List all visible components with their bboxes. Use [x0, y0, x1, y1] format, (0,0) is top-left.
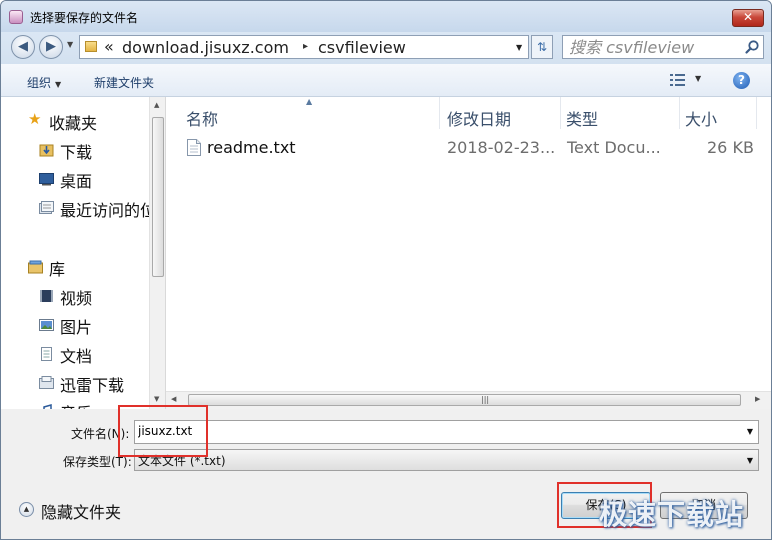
file-date: 2018-02-23... [447, 138, 556, 157]
dialog-app-icon [9, 10, 23, 24]
column-divider[interactable] [679, 97, 680, 129]
chevron-down-icon: ▼ [55, 80, 62, 89]
forward-button[interactable]: ▶ [39, 35, 63, 59]
file-list: ▲ 名称 修改日期 类型 大小 readme.txt 2018-02-23...… [166, 97, 771, 409]
nav-item-label: 下载 [60, 143, 93, 162]
back-arrow-icon: ◀ [18, 39, 28, 54]
highlight-box-filename [118, 405, 208, 457]
change-view-icon[interactable] [670, 74, 685, 86]
scroll-right-icon[interactable]: ▶ [755, 395, 760, 403]
search-input[interactable] [569, 38, 739, 57]
text-file-icon [187, 139, 201, 156]
help-icon[interactable]: ? [733, 72, 750, 89]
close-button[interactable]: ✕ [732, 9, 764, 27]
breadcrumb-segment[interactable]: download.jisuxz.com [122, 38, 289, 57]
search-box[interactable] [562, 35, 764, 59]
file-type: Text Docu... [567, 138, 661, 157]
videos-icon [40, 290, 53, 302]
refresh-icon: ⇅ [536, 40, 548, 54]
desktop-icon [39, 173, 54, 186]
downloads-folder-icon [39, 144, 54, 157]
title-bar: 选择要保存的文件名 ✕ [1, 1, 771, 32]
address-dropdown-icon[interactable]: ▼ [516, 43, 522, 52]
view-options-dropdown-icon[interactable]: ▼ [695, 74, 701, 83]
scrollbar-grip-icon: ||| [481, 395, 490, 404]
search-icon[interactable] [744, 39, 760, 55]
navigation-scrollbar[interactable]: ▲ ▼ [149, 97, 165, 409]
recent-places-icon [39, 201, 54, 214]
organize-menu[interactable]: 组织 ▼ [27, 74, 61, 91]
address-bar[interactable]: « download.jisuxz.com ▸ csvfileview ▼ [79, 35, 529, 59]
nav-item-label: 音乐 [60, 400, 92, 409]
scrollbar-thumb[interactable]: ||| [188, 394, 741, 406]
folder-icon [85, 41, 97, 52]
recent-locations-dropdown[interactable]: ▼ [67, 40, 73, 49]
chevron-down-icon[interactable]: ▼ [747, 427, 753, 436]
sort-ascending-icon: ▲ [306, 97, 313, 106]
nav-item-label: 文档 [60, 347, 93, 366]
address-overflow-chevron[interactable]: « [104, 37, 114, 56]
scroll-left-icon[interactable]: ◀ [171, 395, 176, 403]
collapse-icon: ▲ [19, 502, 34, 517]
nav-item-label: 桌面 [60, 172, 93, 191]
music-icon [43, 404, 52, 409]
watermark-text: 极速下载站 [599, 498, 745, 531]
column-divider[interactable] [756, 97, 757, 129]
file-name: readme.txt [207, 138, 296, 157]
thunder-downloads-icon [39, 376, 54, 389]
column-divider[interactable] [439, 97, 440, 129]
command-bar: 组织 ▼ 新建文件夹 ▼ ? [1, 64, 771, 97]
pictures-icon [39, 319, 54, 331]
hide-folders-label: 隐藏文件夹 [41, 503, 122, 522]
window-title: 选择要保存的文件名 [30, 11, 139, 25]
navigation-pane: ★ 收藏夹 下载 桌面 最近访问的位置 库 视频 图片 文档 迅雷下载 ▲ ▼ [1, 97, 166, 409]
documents-icon [41, 347, 52, 361]
libraries-icon [28, 260, 43, 274]
refresh-button[interactable]: ⇅ [531, 35, 553, 59]
nav-item-label: 库 [49, 260, 66, 279]
chevron-down-icon[interactable]: ▼ [747, 456, 753, 465]
scroll-down-icon[interactable]: ▼ [154, 395, 159, 403]
filename-input[interactable] [138, 424, 738, 438]
back-button[interactable]: ◀ [11, 35, 35, 59]
column-divider[interactable] [560, 97, 561, 129]
forward-arrow-icon: ▶ [46, 39, 56, 54]
organize-label: 组织 [27, 76, 52, 90]
breadcrumb-segment-current[interactable]: csvfileview [318, 38, 406, 57]
horizontal-scrollbar[interactable]: ◀ ||| ▶ [166, 391, 771, 409]
file-size: 26 KB [707, 138, 754, 157]
scrollbar-thumb[interactable] [152, 117, 164, 277]
address-row: ◀ ▶ ▼ « download.jisuxz.com ▸ csvfilevie… [1, 32, 771, 64]
filetype-select[interactable]: 文本文件 (*.txt) ▼ [134, 449, 759, 471]
nav-item-label: 视频 [60, 289, 93, 308]
nav-item-label: 迅雷下载 [60, 376, 125, 395]
new-folder-button[interactable]: 新建文件夹 [94, 74, 154, 91]
breadcrumb-separator-icon[interactable]: ▸ [303, 41, 308, 52]
nav-item-label: 收藏夹 [49, 114, 98, 133]
scroll-up-icon[interactable]: ▲ [154, 101, 159, 109]
star-icon: ★ [28, 110, 42, 128]
save-file-dialog: 选择要保存的文件名 ✕ ◀ ▶ ▼ « download.jisuxz.com … [0, 0, 772, 540]
nav-item-label: 图片 [60, 318, 93, 337]
table-row[interactable]: readme.txt 2018-02-23... Text Docu... 26… [184, 135, 764, 161]
filename-field[interactable]: ▼ [134, 420, 759, 444]
